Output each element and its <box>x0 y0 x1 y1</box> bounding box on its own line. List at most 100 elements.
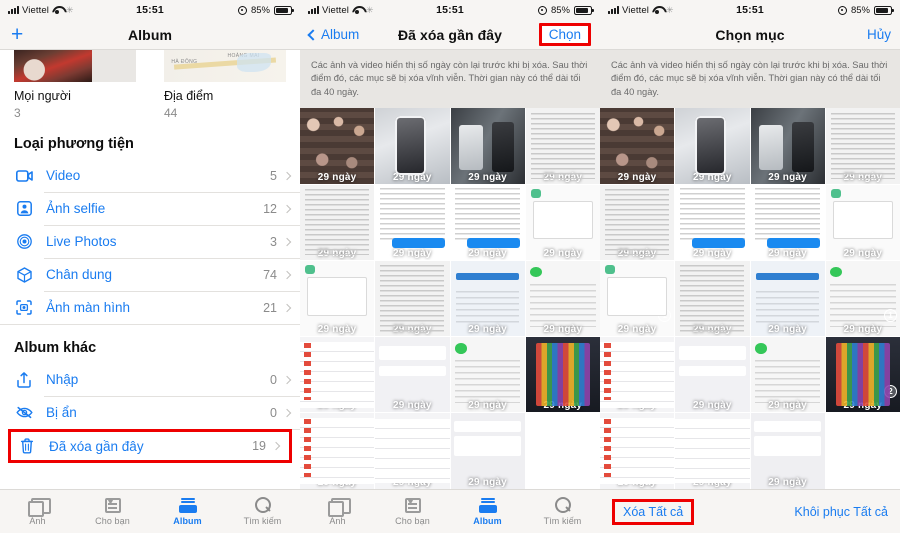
photo-cell[interactable]: 29 ngày <box>750 184 825 260</box>
battery-icon <box>274 5 294 15</box>
people-places-cards: Mọi người 3 HÀ ĐÔNG HOÀNG MAI Địa điểm 4… <box>0 50 300 120</box>
status-bar-select-items: Viettel ✳ 15:51 85% <box>600 0 900 20</box>
photo-cell[interactable]: 29 ngày <box>525 260 600 337</box>
selfie-person-icon <box>14 199 34 219</box>
card-people-title: Mọi người <box>14 89 71 103</box>
photo-cell[interactable]: 29 ngày <box>525 108 600 184</box>
days-remaining-label: 29 ngày <box>617 171 657 183</box>
photo-cell[interactable]: 29 ngày 1 <box>825 260 900 337</box>
tab-search[interactable]: Tìm kiếm <box>225 497 300 526</box>
photo-cell[interactable]: 29 ngày 1 <box>600 260 675 337</box>
recently-deleted-scroll-area[interactable]: Các ảnh và video hiển thị số ngày còn lạ… <box>300 50 600 489</box>
delete-all-button[interactable]: Xóa Tất cả <box>612 498 695 525</box>
photo-cell[interactable]: 29 ngày <box>375 260 450 337</box>
select-button[interactable]: Chọn <box>538 23 591 46</box>
sidebar-item-selfies[interactable]: Ảnh selfie 12 <box>0 192 300 225</box>
photo-cell[interactable]: 29 ngày <box>375 108 450 184</box>
card-places[interactable]: HÀ ĐÔNG HOÀNG MAI Địa điểm 44 <box>150 50 300 120</box>
tab-bar-albums: Ảnh Cho bạn Album Tìm kiếm <box>0 489 300 533</box>
photo-cell[interactable]: 29 ngày <box>600 413 675 489</box>
sidebar-item-screenshots[interactable]: Ảnh màn hình 21 <box>0 291 300 324</box>
photo-cell[interactable]: 29 ngày <box>750 108 825 184</box>
days-remaining-label: 29 ngày <box>768 324 807 336</box>
map-label-ha-dong: HÀ ĐÔNG <box>171 58 198 65</box>
tab-albums[interactable]: Album <box>150 497 225 526</box>
tab-search[interactable]: Tìm kiếm <box>525 497 600 526</box>
photo-cell[interactable]: 29 ngày <box>675 337 750 413</box>
photo-cell[interactable]: 29 ngày <box>450 108 525 184</box>
photo-cell[interactable]: 29 ngày 2 <box>825 337 900 413</box>
photo-cell[interactable]: 29 ngày <box>750 413 825 489</box>
photo-cell[interactable]: 29 ngày <box>825 108 900 184</box>
card-people[interactable]: Mọi người 3 <box>0 50 150 120</box>
photo-cell[interactable]: 29 ngày <box>525 184 600 260</box>
days-remaining-label: 29 ngày <box>617 324 657 336</box>
days-remaining-label: 29 ngày <box>317 171 357 183</box>
tab-for-you-label: Cho bạn <box>395 515 430 526</box>
sidebar-item-recently-deleted[interactable]: Đã xóa gần đây 19 <box>8 429 292 463</box>
photo-cell[interactable]: 29 ngày <box>300 413 375 489</box>
sidebar-item-hidden-label: Bị ẩn <box>46 405 77 420</box>
photo-cell[interactable]: 29 ngày <box>375 413 450 489</box>
photo-cell[interactable]: 29 ngày <box>750 337 825 413</box>
sidebar-item-imported[interactable]: Nhập 0 <box>0 363 300 396</box>
chevron-right-icon <box>282 204 292 213</box>
photo-cell[interactable]: 29 ngày <box>300 184 375 260</box>
photo-cell[interactable]: 29 ngày <box>300 260 375 337</box>
search-icon <box>554 497 571 513</box>
photo-cell[interactable]: 29 ngày <box>675 184 750 260</box>
days-remaining-label: 29 ngày <box>617 400 657 412</box>
photo-cell[interactable]: 29 ngày <box>525 337 600 413</box>
people-thumbnail <box>14 50 136 82</box>
photo-cell[interactable]: 29 ngày <box>450 260 525 337</box>
photo-cell[interactable]: 29 ngày <box>375 337 450 413</box>
search-icon <box>254 497 271 513</box>
days-remaining-label: 29 ngày <box>468 324 507 336</box>
photo-cell[interactable]: 29 ngày <box>450 413 525 489</box>
eye-slash-icon <box>14 403 34 423</box>
photo-cell[interactable]: 29 ngày <box>450 337 525 413</box>
photo-cell[interactable]: 29 ngày <box>300 108 375 184</box>
for-you-icon <box>104 497 121 513</box>
photo-cell[interactable]: 29 ngày <box>375 184 450 260</box>
days-remaining-label: 29 ngày <box>693 324 732 336</box>
tab-photos[interactable]: Ảnh <box>0 497 75 526</box>
photo-cell[interactable]: 29 ngày <box>450 184 525 260</box>
screenshot-icon <box>14 298 34 318</box>
tab-albums[interactable]: Album <box>450 497 525 526</box>
chevron-right-icon <box>282 408 292 417</box>
sidebar-item-hidden[interactable]: Bị ẩn 0 <box>0 396 300 429</box>
photo-cell[interactable]: 29 ngày <box>600 108 675 184</box>
photo-cell[interactable]: 29 ngày <box>675 108 750 184</box>
select-items-scroll-area[interactable]: Các ảnh và video hiển thị số ngày còn lạ… <box>600 50 900 489</box>
screen-albums: Viettel ✳ 15:51 85% + Album Mọi người 3 … <box>0 0 300 533</box>
sidebar-item-portrait[interactable]: Chân dung 74 <box>0 258 300 291</box>
sidebar-item-live-photos[interactable]: Live Photos 3 <box>0 225 300 258</box>
back-to-albums-button[interactable]: Album <box>307 27 359 42</box>
photo-cell[interactable]: 29 ngày <box>750 260 825 337</box>
selection-action-bar: Xóa Tất cả Khôi phục Tất cả <box>600 489 900 533</box>
plus-icon: + <box>11 23 24 46</box>
add-album-button[interactable]: + <box>9 24 23 45</box>
trash-icon <box>17 436 37 456</box>
tab-for-you[interactable]: Cho bạn <box>375 497 450 526</box>
screen-select-items: Viettel ✳ 15:51 85% Chọn mục Hủy Các ảnh… <box>600 0 900 533</box>
photo-cell[interactable]: 29 ngày <box>675 413 750 489</box>
photo-cell[interactable]: 29 ngày 4 <box>600 337 675 413</box>
cancel-button[interactable]: Hủy <box>867 27 891 42</box>
restore-all-button[interactable]: Khôi phục Tất cả <box>794 505 888 519</box>
photo-grid-recently-deleted[interactable]: 29 ngày 29 ngày 29 ngày 29 ngày 29 ngày 29 ng… <box>300 108 600 489</box>
status-bar-recently-deleted: Viettel ✳ 15:51 85% <box>300 0 600 20</box>
photo-cell[interactable]: 29 ngày <box>675 260 750 337</box>
sidebar-item-video[interactable]: Video 5 <box>0 159 300 192</box>
select-button-wrapper: Chọn <box>538 23 591 46</box>
photo-cell[interactable]: 29 ngày <box>300 337 375 413</box>
photo-grid-select-items[interactable]: 29 ngày 29 ngày 29 ngày 29 ngày 29 ngày 29 ng… <box>600 108 900 489</box>
chevron-right-icon <box>271 441 281 451</box>
photo-cell[interactable]: 29 ngày <box>825 184 900 260</box>
albums-scroll-area[interactable]: Mọi người 3 HÀ ĐÔNG HOÀNG MAI Địa điểm 4… <box>0 50 300 489</box>
photo-cell[interactable]: 29 ngày <box>600 184 675 260</box>
tab-photos[interactable]: Ảnh <box>300 497 375 526</box>
three-screenshot-strip: Viettel ✳ 15:51 85% + Album Mọi người 3 … <box>0 0 900 533</box>
tab-for-you[interactable]: Cho bạn <box>75 497 150 526</box>
